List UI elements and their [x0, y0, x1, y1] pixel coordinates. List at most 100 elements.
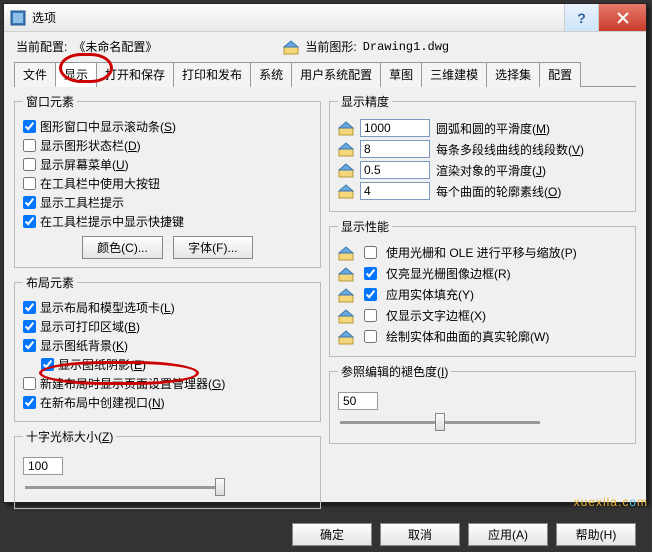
performance-row: 仅亮显光栅图像边框(R) — [338, 264, 627, 283]
performance-checkbox[interactable] — [364, 246, 377, 259]
group-legend: 布局元素 — [23, 274, 77, 291]
layout-element-row: 新建布局时显示页面设置管理器(G) — [23, 375, 312, 392]
performance-label: 应用实体填充(Y) — [386, 286, 474, 303]
layout-element-label: 显示图纸背景(K) — [40, 337, 128, 354]
layout-element-checkbox[interactable] — [23, 377, 36, 390]
drawing-icon — [338, 287, 354, 303]
window-element-checkbox[interactable] — [23, 196, 36, 209]
precision-label: 每条多段线曲线的线段数(V) — [436, 141, 584, 158]
precision-label: 渲染对象的平滑度(J) — [436, 162, 546, 179]
layout-element-checkbox[interactable] — [23, 396, 36, 409]
close-icon — [617, 12, 629, 24]
precision-input[interactable] — [360, 161, 430, 179]
performance-row: 绘制实体和曲面的真实轮廓(W) — [338, 327, 627, 346]
precision-input[interactable] — [360, 140, 430, 158]
tab-4[interactable]: 系统 — [250, 62, 292, 87]
layout-element-checkbox[interactable] — [23, 301, 36, 314]
layout-elements-group: 布局元素 显示布局和模型选项卡(L) 显示可打印区域(B) 显示图纸背景(K) 显示图… — [14, 274, 321, 422]
precision-label: 圆弧和圆的平滑度(M) — [436, 120, 550, 137]
fade-group: 参照编辑的褪色度(I) 50 — [329, 363, 636, 444]
layout-element-checkbox[interactable] — [23, 320, 36, 333]
current-drawing-label: 当前图形: — [305, 38, 356, 55]
tab-9[interactable]: 配置 — [539, 62, 581, 87]
performance-checkbox[interactable] — [364, 330, 377, 343]
drawing-icon — [283, 39, 299, 55]
watermark: xuexila.com — [574, 493, 648, 509]
window-element-checkbox[interactable] — [23, 158, 36, 171]
fade-value[interactable]: 50 — [338, 392, 378, 410]
app-icon — [10, 10, 26, 26]
window-element-checkbox[interactable] — [23, 139, 36, 152]
drawing-icon — [338, 183, 354, 199]
fade-slider[interactable] — [340, 412, 540, 432]
window-buttons: ? — [564, 4, 646, 31]
precision-input[interactable] — [360, 119, 430, 137]
cancel-button[interactable]: 取消 — [380, 523, 460, 546]
tab-6[interactable]: 草图 — [380, 62, 422, 87]
window-element-checkbox[interactable] — [23, 120, 36, 133]
tab-0[interactable]: 文件 — [14, 62, 56, 87]
drawing-icon — [338, 308, 354, 324]
window-element-row: 在工具栏提示中显示快捷键 — [23, 213, 312, 230]
performance-label: 仅显示文字边框(X) — [386, 307, 486, 324]
layout-element-checkbox[interactable] — [23, 339, 36, 352]
options-dialog: 选项 ? 当前配置: 《未命名配置》 当前图形: Drawing1.dwg 文件… — [3, 3, 647, 503]
drawing-icon — [338, 329, 354, 345]
tab-strip: 文件显示打开和保存打印和发布系统用户系统配置草图三维建模选择集配置 — [14, 61, 636, 87]
performance-row: 使用光栅和 OLE 进行平移与缩放(P) — [338, 243, 627, 262]
performance-checkbox[interactable] — [364, 309, 377, 322]
precision-row: 圆弧和圆的平滑度(M) — [338, 119, 627, 137]
layout-element-label: 显示布局和模型选项卡(L) — [40, 299, 175, 316]
tab-8[interactable]: 选择集 — [486, 62, 540, 87]
window-title: 选项 — [32, 9, 564, 26]
layout-element-row: 在新布局中创建视口(N) — [23, 394, 312, 411]
group-legend: 显示精度 — [338, 93, 392, 110]
window-element-row: 显示工具栏提示 — [23, 194, 312, 211]
precision-row: 每条多段线曲线的线段数(V) — [338, 140, 627, 158]
layout-element-row: 显示布局和模型选项卡(L) — [23, 299, 312, 316]
drawing-icon — [338, 245, 354, 261]
titlebar: 选项 ? — [4, 4, 646, 32]
drawing-icon — [338, 120, 354, 136]
crosshair-value[interactable]: 100 — [23, 457, 63, 475]
window-element-label: 在工具栏中使用大按钮 — [40, 175, 160, 192]
colors-button[interactable]: 颜色(C)... — [82, 236, 163, 259]
help-dialog-button[interactable]: 帮助(H) — [556, 523, 636, 546]
precision-label: 每个曲面的轮廓素线(O) — [436, 183, 561, 200]
crosshair-group: 十字光标大小(Z) 100 — [14, 428, 321, 509]
group-legend: 十字光标大小(Z) — [23, 428, 116, 445]
precision-input[interactable] — [360, 182, 430, 200]
ok-button[interactable]: 确定 — [292, 523, 372, 546]
layout-element-label: 新建布局时显示页面设置管理器(G) — [40, 375, 225, 392]
config-row: 当前配置: 《未命名配置》 当前图形: Drawing1.dwg — [14, 36, 636, 59]
layout-element-row: 显示图纸阴影(E) — [41, 356, 312, 373]
fonts-button[interactable]: 字体(F)... — [173, 236, 253, 259]
display-performance-group: 显示性能 使用光栅和 OLE 进行平移与缩放(P)仅亮显光栅图像边框(R)应用实… — [329, 218, 636, 357]
layout-element-checkbox[interactable] — [41, 358, 54, 371]
current-config-label: 当前配置: — [16, 38, 67, 55]
tab-2[interactable]: 打开和保存 — [96, 62, 174, 87]
tab-5[interactable]: 用户系统配置 — [291, 62, 381, 87]
performance-checkbox[interactable] — [364, 288, 377, 301]
layout-element-label: 在新布局中创建视口(N) — [40, 394, 165, 411]
dialog-content: 当前配置: 《未命名配置》 当前图形: Drawing1.dwg 文件显示打开和… — [4, 32, 646, 517]
window-element-checkbox[interactable] — [23, 215, 36, 228]
apply-button[interactable]: 应用(A) — [468, 523, 548, 546]
performance-label: 绘制实体和曲面的真实轮廓(W) — [386, 328, 549, 345]
dialog-buttons: 确定 取消 应用(A) 帮助(H) — [4, 517, 646, 552]
window-element-label: 在工具栏提示中显示快捷键 — [40, 213, 184, 230]
window-element-label: 显示屏幕菜单(U) — [40, 156, 129, 173]
help-button[interactable]: ? — [564, 4, 598, 31]
performance-label: 仅亮显光栅图像边框(R) — [386, 265, 511, 282]
current-drawing-value: Drawing1.dwg — [363, 40, 449, 54]
layout-element-label: 显示可打印区域(B) — [40, 318, 140, 335]
tab-1[interactable]: 显示 — [55, 62, 97, 87]
close-button[interactable] — [598, 4, 646, 31]
window-element-checkbox[interactable] — [23, 177, 36, 190]
tab-3[interactable]: 打印和发布 — [173, 62, 251, 87]
performance-label: 使用光栅和 OLE 进行平移与缩放(P) — [386, 244, 577, 261]
crosshair-slider[interactable] — [25, 477, 225, 497]
performance-row: 仅显示文字边框(X) — [338, 306, 627, 325]
performance-checkbox[interactable] — [364, 267, 377, 280]
tab-7[interactable]: 三维建模 — [421, 62, 487, 87]
